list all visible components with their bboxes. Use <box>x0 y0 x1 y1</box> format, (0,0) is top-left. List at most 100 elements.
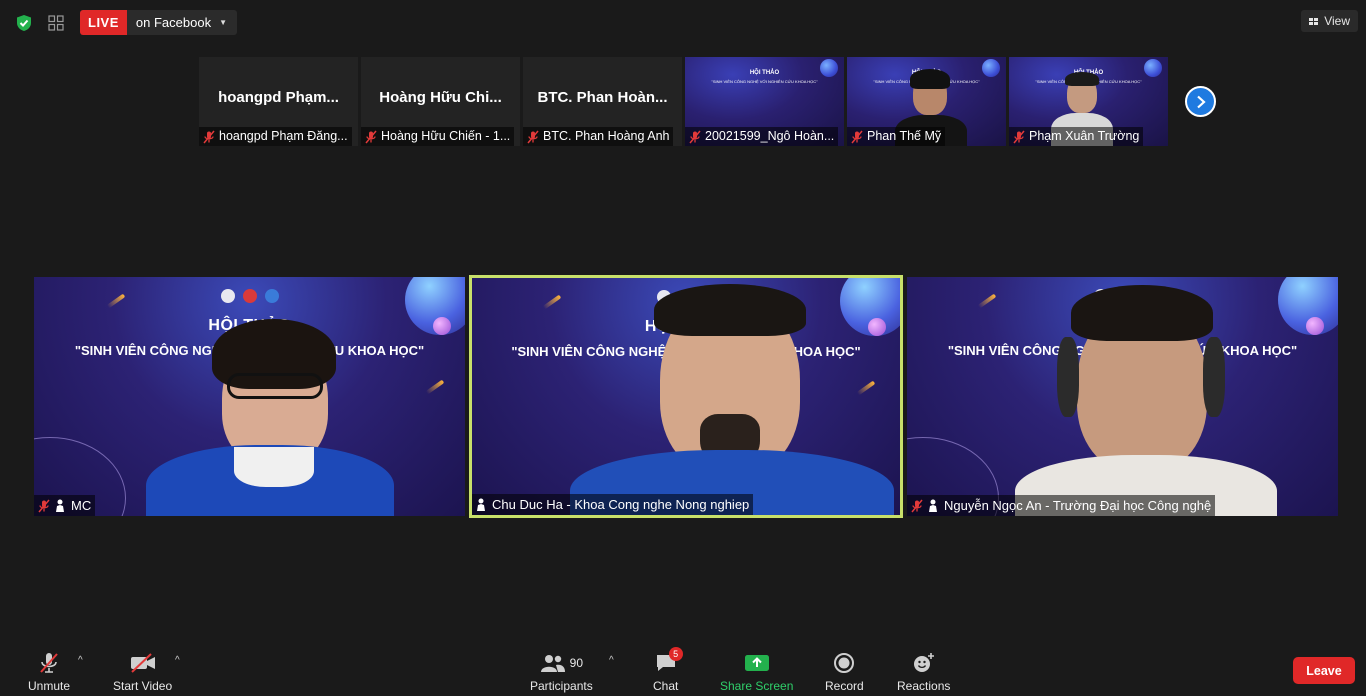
video-tile-active-speaker[interactable]: HỘI THẢO "SINH VIÊN CÔNG NGHỆ VỚI NGHIÊN… <box>469 275 903 518</box>
mic-muted-icon <box>37 651 61 675</box>
participant-hair <box>1071 285 1213 341</box>
participants-icon-wrap: 90 <box>540 651 583 675</box>
moon-graphic <box>433 317 451 335</box>
security-shield-icon[interactable] <box>12 11 36 35</box>
participant-display-name: Hoàng Hữu Chi... <box>379 89 502 106</box>
next-page-button[interactable] <box>1185 86 1216 117</box>
video-tile-mc[interactable]: HỘI THẢO "SINH VIÊN CÔNG NGHỆ VỚI NGHIÊN… <box>34 277 465 516</box>
unmute-label: Unmute <box>28 679 71 693</box>
banner-logos <box>34 289 465 303</box>
participant-label: Hoàng Hữu Chiến - 1... <box>361 127 515 146</box>
participants-label: Participants <box>530 679 593 693</box>
reactions-smiley-icon <box>913 653 934 672</box>
banner-subtitle: "SINH VIÊN CÔNG NGHỆ VỚI NGHIÊN CỨU KHOA… <box>711 79 818 84</box>
reactions-icon-wrap <box>912 651 936 675</box>
participant-hair <box>1065 72 1099 86</box>
live-badge: LIVE <box>80 10 127 35</box>
participant-name: Phạm Xuân Trường <box>1029 129 1140 143</box>
spotlight-pin-icon <box>927 499 941 513</box>
participant-label: Phan Thế Mỹ <box>847 127 946 146</box>
participants-count: 90 <box>569 656 584 670</box>
zoom-meeting-window: LIVE on Facebook ▼ View hoangpd Phạm... … <box>0 0 1366 696</box>
spotlight-pin-icon <box>54 499 68 513</box>
participant-name: 20021599_Ngô Hoàn... <box>705 129 835 143</box>
participant-display-name: BTC. Phan Hoàn... <box>537 89 668 106</box>
record-label: Record <box>825 679 864 693</box>
participant-label: Phạm Xuân Trường <box>1009 127 1144 146</box>
start-video-button[interactable]: Start Video <box>113 651 172 693</box>
participant-thumbnail[interactable]: hoangpd Phạm... hoangpd Phạm Đăng... <box>199 57 358 146</box>
spotlight-pin-icon <box>475 498 489 512</box>
participant-label: BTC. Phan Hoàng Anh <box>523 127 674 146</box>
moon-graphic <box>1306 317 1324 335</box>
participant-thumbnail-video[interactable]: HỘI THẢO "SINH VIÊN CÔNG NGHỆ VỚI NGHIÊN… <box>685 57 844 146</box>
moon-graphic <box>868 318 886 336</box>
participant-hair <box>910 69 950 89</box>
chat-icon-wrap: 5 <box>654 647 683 675</box>
view-label: View <box>1324 14 1350 28</box>
participant-thumbnail[interactable]: Hoàng Hữu Chi... Hoàng Hữu Chiến - 1... <box>361 57 520 146</box>
chevron-right-icon <box>1196 95 1206 108</box>
video-options-caret-icon[interactable]: ^ <box>175 655 180 666</box>
participant-label: Nguyễn Ngọc An - Trường Đại học Công ngh… <box>907 495 1216 516</box>
mic-muted-icon <box>364 130 378 144</box>
comet-graphic <box>856 380 876 396</box>
participants-button[interactable]: 90 Participants <box>530 651 593 693</box>
glasses <box>227 373 323 399</box>
participant-name: Chu Duc Ha - Khoa Cong nghe Nong nghiep <box>492 497 750 512</box>
record-icon-wrap <box>833 651 855 675</box>
participants-options-caret-icon[interactable]: ^ <box>609 655 614 666</box>
top-left-controls: LIVE on Facebook ▼ <box>12 10 237 35</box>
mic-muted-icon <box>688 130 702 144</box>
live-stream-control[interactable]: LIVE on Facebook ▼ <box>80 10 237 35</box>
caret-down-icon: ▼ <box>219 18 227 27</box>
participant-thumbnail-video[interactable]: HỘI THẢO "SINH VIÊN CÔNG NGHỆ VỚI NGHIÊN… <box>847 57 1006 146</box>
participants-icon <box>540 655 565 672</box>
participant-headphones <box>1203 337 1225 417</box>
audio-options-caret-icon[interactable]: ^ <box>78 655 83 666</box>
chat-button[interactable]: 5 Chat <box>653 647 683 693</box>
mic-muted-icon <box>202 130 216 144</box>
grid-layout-icon[interactable] <box>44 11 68 35</box>
comet-graphic <box>425 379 445 395</box>
participant-thumbnail[interactable]: BTC. Phan Hoàn... BTC. Phan Hoàng Anh <box>523 57 682 146</box>
participant-label: Chu Duc Ha - Khoa Cong nghe Nong nghiep <box>472 494 754 515</box>
participant-name: BTC. Phan Hoàng Anh <box>543 129 670 143</box>
participant-name: Hoàng Hữu Chiến - 1... <box>381 129 511 143</box>
mic-muted-icon <box>910 499 924 513</box>
mic-muted-icon <box>37 499 51 513</box>
record-button[interactable]: Record <box>825 651 864 693</box>
video-off-icon <box>129 651 157 675</box>
unmute-button[interactable]: Unmute <box>28 651 70 693</box>
reactions-button[interactable]: Reactions <box>897 651 950 693</box>
live-target-label: on Facebook <box>135 15 212 30</box>
participant-thumbnail-video[interactable]: HỘI THẢO "SINH VIÊN CÔNG NGHỆ VỚI NGHIÊN… <box>1009 57 1168 146</box>
participant-label: 20021599_Ngô Hoàn... <box>685 127 839 146</box>
meeting-toolbar: Unmute ^ Start Video ^ 90 Participants ^… <box>0 643 1366 696</box>
participant-hair <box>654 284 806 336</box>
participant-label: MC <box>34 495 96 516</box>
view-button[interactable]: View <box>1301 10 1358 32</box>
participant-name: hoangpd Phạm Đăng... <box>219 129 348 143</box>
participant-strip: hoangpd Phạm... hoangpd Phạm Đăng... Hoà… <box>199 57 1168 146</box>
live-target-dropdown[interactable]: on Facebook ▼ <box>126 10 237 35</box>
chat-label: Chat <box>653 679 679 693</box>
share-screen-button[interactable]: Share Screen <box>720 651 793 693</box>
chat-unread-badge: 5 <box>668 647 683 661</box>
participant-display-name: hoangpd Phạm... <box>218 89 339 106</box>
leave-button[interactable]: Leave <box>1293 657 1355 684</box>
share-screen-icon-wrap <box>744 651 770 675</box>
video-tile-speaker[interactable]: HỘI THẢO "SINH VIÊN CÔNG NGHỆ VỚI NGHIÊN… <box>907 277 1338 516</box>
mic-muted-icon <box>1012 130 1026 144</box>
banner-title: HỘI THẢO <box>749 70 780 76</box>
share-screen-icon <box>744 655 769 671</box>
mic-muted-icon <box>850 130 864 144</box>
participant-name: MC <box>71 498 92 513</box>
view-grid-icon <box>1309 17 1319 25</box>
participant-name: Nguyễn Ngọc An - Trường Đại học Công ngh… <box>944 498 1212 513</box>
start-video-label: Start Video <box>113 679 173 693</box>
participant-name: Phan Thế Mỹ <box>867 129 942 143</box>
participant-collar <box>234 447 314 487</box>
participant-headphones <box>1057 337 1079 417</box>
mic-muted-icon <box>526 130 540 144</box>
